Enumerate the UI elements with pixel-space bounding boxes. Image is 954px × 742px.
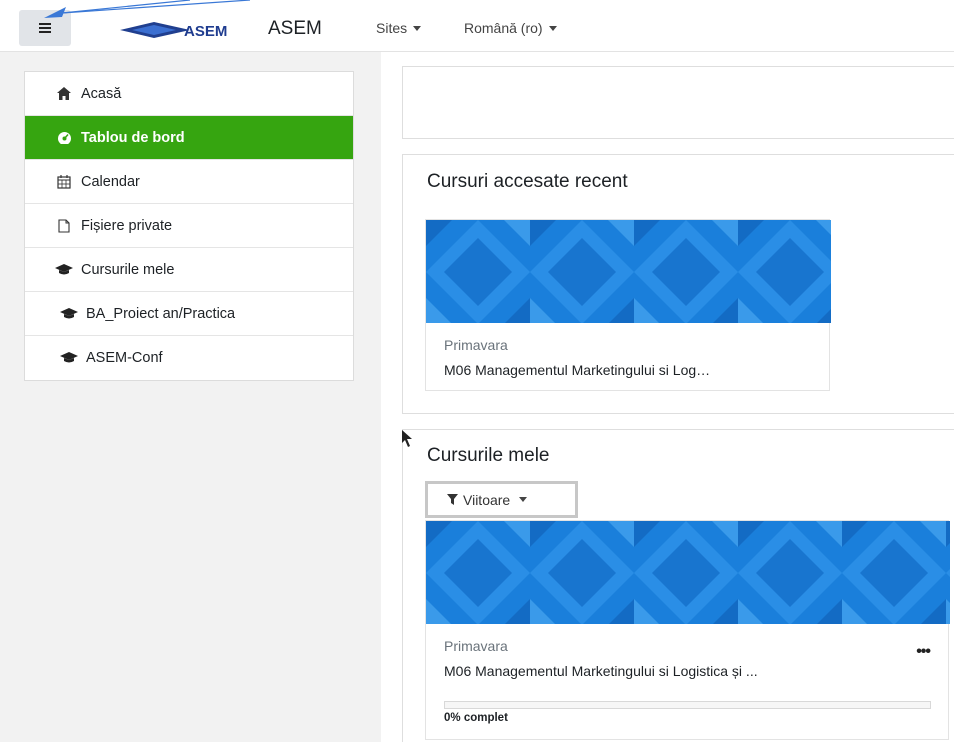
site-name[interactable]: ASEM xyxy=(268,18,322,40)
course-progress-bar xyxy=(444,701,931,709)
language-menu[interactable]: Română (ro) xyxy=(464,20,557,36)
chevron-down-icon xyxy=(413,25,422,31)
graduation-cap-icon xyxy=(55,263,73,277)
progress-label: 0% complet xyxy=(444,712,508,724)
course-category: Primavara xyxy=(444,337,508,353)
filter-icon xyxy=(447,494,458,505)
drawer-item-label: ASEM-Conf xyxy=(86,350,163,366)
dashboard-icon xyxy=(55,131,73,145)
graduation-cap-icon xyxy=(60,351,78,365)
recent-courses-block: Cursuri accesate recent Primavara M06 Ma… xyxy=(402,154,954,414)
empty-block xyxy=(402,66,954,139)
drawer-item-label: Acasă xyxy=(81,85,122,102)
chevron-down-icon xyxy=(548,25,557,31)
file-icon xyxy=(55,218,73,233)
graduation-cap-icon xyxy=(60,307,78,321)
my-courses-block: Cursurile mele Viitoare Primavara ••• M0… xyxy=(402,429,954,742)
filter-label: Viitoare xyxy=(463,491,511,508)
block-title: Cursurile mele xyxy=(427,445,550,466)
drawer-item-label: Calendar xyxy=(81,173,140,190)
hamburger-icon xyxy=(39,23,51,33)
drawer-item-label: Fișiere private xyxy=(81,217,173,234)
language-menu-label: Română (ro) xyxy=(464,20,543,36)
drawer-item-fisiere-private[interactable]: Fișiere private xyxy=(25,204,353,248)
course-name-link[interactable]: M06 Managementul Marketingului si Logist… xyxy=(444,663,758,679)
chevron-down-icon xyxy=(519,497,528,502)
drawer-item-ba-proiect[interactable]: BA_Proiect an/Practica xyxy=(25,292,353,336)
block-title: Cursuri accesate recent xyxy=(427,171,628,192)
home-icon xyxy=(55,87,73,101)
course-filter-dropdown[interactable]: Viitoare xyxy=(425,481,578,518)
drawer-item-tablou-de-bord[interactable]: Tablou de bord xyxy=(25,116,353,160)
sites-menu[interactable]: Sites xyxy=(376,20,422,36)
course-card[interactable]: Primavara M06 Managementul Marketingului… xyxy=(425,219,831,391)
top-navbar: ASEM ASEM Sites Română (ro) xyxy=(0,0,954,52)
menu-toggle-button[interactable] xyxy=(19,10,71,46)
mouse-pointer-icon xyxy=(402,430,412,447)
course-banner-image xyxy=(426,220,831,323)
nav-drawer: Acasă Tablou de bord Calendar Fișiere pr… xyxy=(24,71,354,381)
drawer-item-cursurile-mele[interactable]: Cursurile mele xyxy=(25,248,353,292)
drawer-item-label: BA_Proiect an/Practica xyxy=(86,305,236,322)
drawer-item-acasa[interactable]: Acasă xyxy=(25,72,353,116)
asem-logo[interactable]: ASEM xyxy=(118,22,262,38)
logo-text: ASEM xyxy=(184,23,227,38)
drawer-item-asem-conf[interactable]: ASEM-Conf xyxy=(25,336,353,380)
drawer-item-label: Tablou de bord xyxy=(81,129,185,146)
course-actions-menu[interactable]: ••• xyxy=(916,643,931,661)
course-category: Primavara xyxy=(444,638,508,654)
drawer-item-label: Cursurile mele xyxy=(81,261,175,278)
drawer-item-calendar[interactable]: Calendar xyxy=(25,160,353,204)
course-banner-image xyxy=(426,521,950,624)
sites-menu-label: Sites xyxy=(376,20,408,36)
course-name-link[interactable]: M06 Managementul Marketingului si Log… xyxy=(444,362,710,378)
course-card[interactable]: Primavara ••• M06 Managementul Marketing… xyxy=(425,520,950,740)
calendar-icon xyxy=(55,174,73,189)
